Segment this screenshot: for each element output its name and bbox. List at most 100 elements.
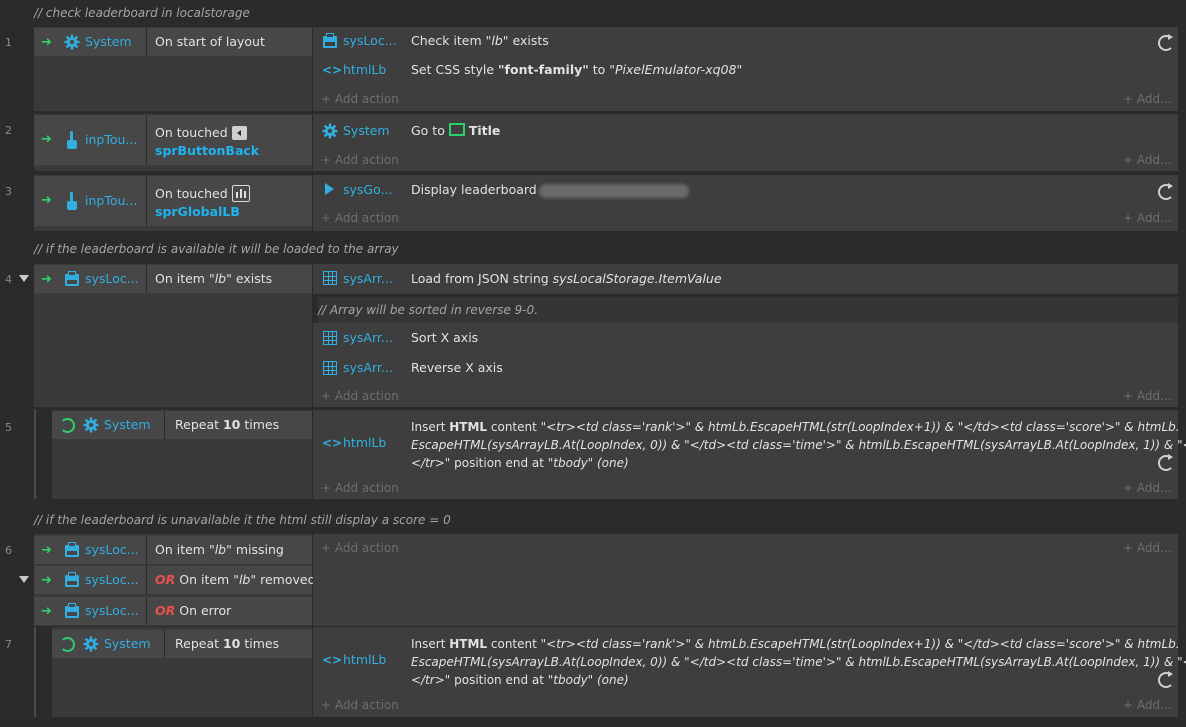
trigger-arrow-icon: ➜ <box>41 543 52 558</box>
add-action-link[interactable]: + Add action <box>321 538 399 558</box>
event-1-condition[interactable]: ➜ System On start of layout <box>34 28 312 56</box>
action-object[interactable]: sysArr... <box>343 324 393 352</box>
sub-event-indent <box>34 409 36 499</box>
redo-icon[interactable] <box>1158 183 1174 200</box>
insert-html-action[interactable]: Insert HTML content "<tr><td class='rank… <box>411 418 1186 472</box>
event-6-condition-2[interactable]: ➜ sysLoc... OR On item "lb" removed <box>34 566 316 594</box>
action-object[interactable]: System <box>343 117 390 145</box>
condition-object: inpTou... <box>85 132 138 147</box>
add-more-link[interactable]: + Add... <box>1123 538 1172 558</box>
action-text[interactable]: Check item "lb" exists <box>411 27 549 55</box>
action-object[interactable]: htmlLb <box>343 429 386 457</box>
comment[interactable]: // Array will be sorted in reverse 9-0. <box>318 297 1178 323</box>
action-object[interactable]: sysLoc... <box>343 27 397 55</box>
loop-icon <box>60 418 75 433</box>
condition-text: On item "lb" exists <box>155 271 273 286</box>
redo-icon[interactable] <box>1158 671 1174 688</box>
redo-icon[interactable] <box>1158 454 1174 471</box>
trigger-arrow-icon: ➜ <box>41 193 52 208</box>
event-5-condition[interactable]: System Repeat 10 times <box>52 411 312 439</box>
divider <box>146 176 147 226</box>
condition-text: OR On error <box>155 603 232 618</box>
action-text[interactable]: Set CSS style "font-family" to "PixelEmu… <box>411 56 742 84</box>
collapse-toggle-icon[interactable] <box>19 576 29 583</box>
event-2-condition[interactable]: ➜ inpTou... On touched sprButtonBack <box>34 115 312 165</box>
local-storage-icon <box>65 572 79 587</box>
divider <box>146 566 147 594</box>
comment[interactable]: // if the leaderboard is available it wi… <box>34 236 399 262</box>
event-3-condition[interactable]: ➜ inpTou... On touched sprGlobalLB <box>34 176 312 226</box>
event-4-condition[interactable]: ➜ sysLoc... On item "lb" exists <box>34 265 312 293</box>
gear-icon <box>322 123 338 139</box>
condition-text: On touched <box>155 185 250 203</box>
add-action-link[interactable]: + Add action <box>321 695 399 715</box>
array-icon <box>323 271 337 285</box>
event-number: 4 <box>5 273 12 286</box>
gear-icon <box>83 417 99 433</box>
condition-text: Repeat 10 times <box>175 417 280 432</box>
comment[interactable]: // check leaderboard in localstorage <box>34 0 250 26</box>
array-icon <box>323 361 337 375</box>
condition-object: System <box>104 636 151 651</box>
divider <box>164 630 165 658</box>
condition-text: Repeat 10 times <box>175 636 280 651</box>
event-number: 3 <box>5 185 12 198</box>
array-icon <box>323 331 337 345</box>
layout-icon <box>448 123 465 136</box>
condition-sub-object: sprGlobalLB <box>155 204 240 219</box>
action-text[interactable]: Reverse X axis <box>411 354 503 382</box>
comment[interactable]: // if the leaderboard is unavailable it … <box>34 507 451 533</box>
action-text[interactable]: Sort X axis <box>411 324 478 352</box>
add-action-link[interactable]: + Add action <box>321 386 399 406</box>
condition-object: inpTou... <box>85 193 138 208</box>
event-number: 1 <box>5 36 12 49</box>
event-7-condition[interactable]: System Repeat 10 times <box>52 630 312 658</box>
add-action-link[interactable]: + Add action <box>321 89 399 109</box>
code-icon: <> <box>322 436 343 450</box>
add-more-link[interactable]: + Add... <box>1123 478 1172 498</box>
game-services-icon <box>325 183 334 195</box>
divider <box>146 28 147 56</box>
add-more-link[interactable]: + Add... <box>1123 150 1172 170</box>
local-storage-icon <box>65 542 79 557</box>
event-6-actions <box>313 534 1178 626</box>
event-6-condition-1[interactable]: ➜ sysLoc... On item "lb" missing <box>34 536 312 564</box>
event-number: 2 <box>5 124 12 137</box>
event-6-condition-3[interactable]: ➜ sysLoc... OR On error <box>34 597 312 625</box>
condition-text: OR On item "lb" removed <box>155 572 316 587</box>
divider <box>164 411 165 439</box>
condition-object: System <box>104 417 151 432</box>
action-object[interactable]: sysArr... <box>343 354 393 382</box>
local-storage-icon <box>65 603 79 618</box>
condition-object: sysLoc... <box>85 572 139 587</box>
collapse-toggle-icon[interactable] <box>19 275 29 282</box>
condition-object: sysLoc... <box>85 603 139 618</box>
local-storage-icon <box>65 271 79 286</box>
trigger-arrow-icon: ➜ <box>41 272 52 287</box>
local-storage-icon <box>323 33 337 48</box>
code-icon: <> <box>322 63 343 77</box>
add-more-link[interactable]: + Add... <box>1123 695 1172 715</box>
action-object[interactable]: htmlLb <box>343 56 386 84</box>
add-more-link[interactable]: + Add... <box>1123 208 1172 228</box>
action-object[interactable]: sysGo... <box>343 176 392 204</box>
add-action-link[interactable]: + Add action <box>321 208 399 228</box>
divider <box>146 265 147 293</box>
action-object[interactable]: htmlLb <box>343 646 386 674</box>
trigger-arrow-icon: ➜ <box>41 132 52 147</box>
action-text[interactable]: Go to Title <box>411 117 500 145</box>
event-number: 5 <box>5 421 12 434</box>
add-more-link[interactable]: + Add... <box>1123 89 1172 109</box>
redo-icon[interactable] <box>1158 34 1174 51</box>
divider <box>146 597 147 625</box>
condition-text: On start of layout <box>155 34 265 49</box>
action-text[interactable]: Load from JSON string sysLocalStorage.It… <box>411 265 722 293</box>
insert-html-action[interactable]: Insert HTML content "<tr><td class='rank… <box>411 635 1186 689</box>
add-action-link[interactable]: + Add action <box>321 150 399 170</box>
action-object[interactable]: sysArr... <box>343 265 393 293</box>
add-more-link[interactable]: + Add... <box>1123 386 1172 406</box>
add-action-link[interactable]: + Add action <box>321 478 399 498</box>
code-icon: <> <box>322 653 343 667</box>
action-text[interactable]: Display leaderboard <box>411 176 689 204</box>
trigger-arrow-icon: ➜ <box>41 35 52 50</box>
